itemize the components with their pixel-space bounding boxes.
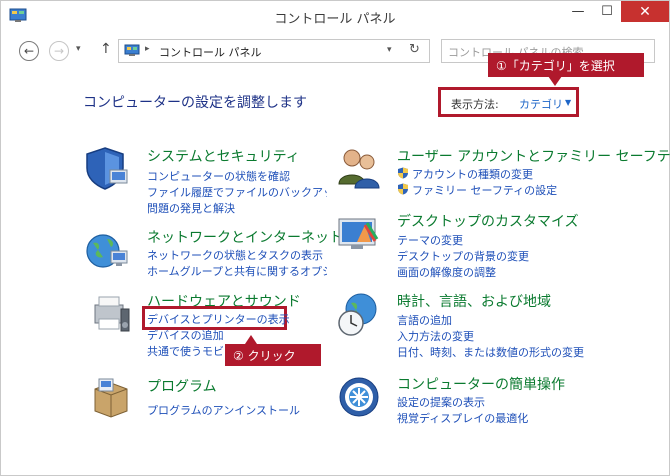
- refresh-icon[interactable]: ↻: [409, 42, 420, 57]
- hardware-printer-icon[interactable]: [87, 291, 135, 339]
- view-by-dropdown[interactable]: カテゴリ: [519, 96, 563, 112]
- link-change-account-type-label: アカウントの種類の変更: [412, 168, 533, 181]
- link-add-language[interactable]: 言語の追加: [397, 312, 452, 328]
- programs-box-icon[interactable]: [87, 375, 135, 423]
- back-arrow-icon[interactable]: ←: [19, 41, 39, 61]
- link-adjust-screen-resolution[interactable]: 画面の解像度の調整: [397, 264, 496, 280]
- category-desktop-customization[interactable]: デスクトップのカスタマイズ: [397, 211, 579, 231]
- category-clock-language-region[interactable]: 時計、言語、および地域: [397, 291, 551, 311]
- link-let-windows-suggest-settings[interactable]: 設定の提案の表示: [397, 394, 485, 410]
- category-programs[interactable]: プログラム: [147, 376, 217, 396]
- link-change-theme[interactable]: テーマの変更: [397, 232, 463, 248]
- callout-select-category: ①「カテゴリ」を選択: [488, 53, 644, 86]
- address-path[interactable]: コントロール パネル: [159, 44, 262, 60]
- link-change-desktop-background[interactable]: デスクトップの背景の変更: [397, 248, 529, 264]
- link-add-device[interactable]: デバイスの追加: [147, 327, 224, 343]
- address-bar[interactable]: ▸ コントロール パネル ▾ ↻: [118, 39, 430, 63]
- close-button[interactable]: ✕: [621, 1, 669, 22]
- link-uninstall-program[interactable]: プログラムのアンインストール: [147, 402, 300, 418]
- link-change-date-time-number-formats[interactable]: 日付、時刻、または数値の形式の変更: [397, 344, 584, 360]
- view-by-highlight: 表示方法: カテゴリ ▼: [438, 87, 579, 117]
- category-ease-of-access[interactable]: コンピューターの簡単操作: [397, 374, 565, 394]
- ease-of-access-icon[interactable]: [335, 373, 383, 421]
- page-heading: コンピューターの設定を調整します: [83, 95, 307, 111]
- control-panel-location-icon: [124, 44, 140, 56]
- address-separator-icon[interactable]: ▸: [145, 44, 150, 54]
- link-file-history-backup[interactable]: ファイル履歴でファイルのバックアップ コ: [147, 184, 327, 200]
- category-network-internet[interactable]: ネットワークとインターネット: [147, 227, 343, 247]
- link-change-account-type[interactable]: アカウントの種類の変更: [397, 166, 533, 182]
- address-dropdown-icon[interactable]: ▾: [387, 45, 392, 55]
- uac-shield-icon: [398, 167, 408, 179]
- forward-arrow-icon[interactable]: →: [49, 41, 69, 61]
- clock-language-region-icon[interactable]: [335, 291, 383, 339]
- link-family-safety-settings-label: ファミリー セーフティの設定: [412, 184, 558, 197]
- system-security-shield-icon[interactable]: [83, 144, 131, 192]
- category-user-accounts-family-safety[interactable]: ユーザー アカウントとファミリー セーフティ: [397, 146, 670, 166]
- uac-shield-icon: [398, 183, 408, 195]
- user-accounts-people-icon[interactable]: [335, 144, 383, 192]
- link-family-safety-settings[interactable]: ファミリー セーフティの設定: [397, 182, 557, 198]
- desktop-customization-icon[interactable]: [335, 211, 383, 259]
- link-optimize-visual-display[interactable]: 視覚ディスプレイの最適化: [397, 410, 528, 426]
- title-bar[interactable]: コントロール パネル — ☐ ✕: [1, 1, 669, 31]
- maximize-button[interactable]: ☐: [593, 1, 621, 22]
- control-panel-window: コントロール パネル — ☐ ✕ ← → ▾ ↑ ▸ コントロール パネル ▾ …: [0, 0, 670, 476]
- link-find-fix-problems[interactable]: 問題の発見と解決: [147, 200, 235, 216]
- link-network-status-tasks[interactable]: ネットワークの状態とタスクの表示: [147, 247, 323, 263]
- recent-locations-chevron-icon[interactable]: ▾: [76, 44, 81, 54]
- link-homegroup-sharing[interactable]: ホームグループと共有に関するオプショ: [147, 263, 327, 279]
- view-by-label: 表示方法:: [451, 98, 499, 111]
- view-by-caret-icon[interactable]: ▼: [565, 98, 571, 107]
- link-change-input-methods[interactable]: 入力方法の変更: [397, 328, 474, 344]
- link-view-devices-printers[interactable]: デバイスとプリンターの表示: [147, 311, 290, 327]
- category-system-security[interactable]: システムとセキュリティ: [147, 146, 300, 166]
- minimize-button[interactable]: —: [563, 1, 593, 22]
- network-globe-icon[interactable]: [83, 227, 131, 275]
- callout-click: ② クリック: [225, 335, 321, 366]
- up-arrow-icon[interactable]: ↑: [100, 41, 112, 57]
- link-common-mobility-settings[interactable]: 共通で使うモビリティ: [147, 343, 223, 359]
- link-check-computer-status[interactable]: コンピューターの状態を確認: [147, 168, 290, 184]
